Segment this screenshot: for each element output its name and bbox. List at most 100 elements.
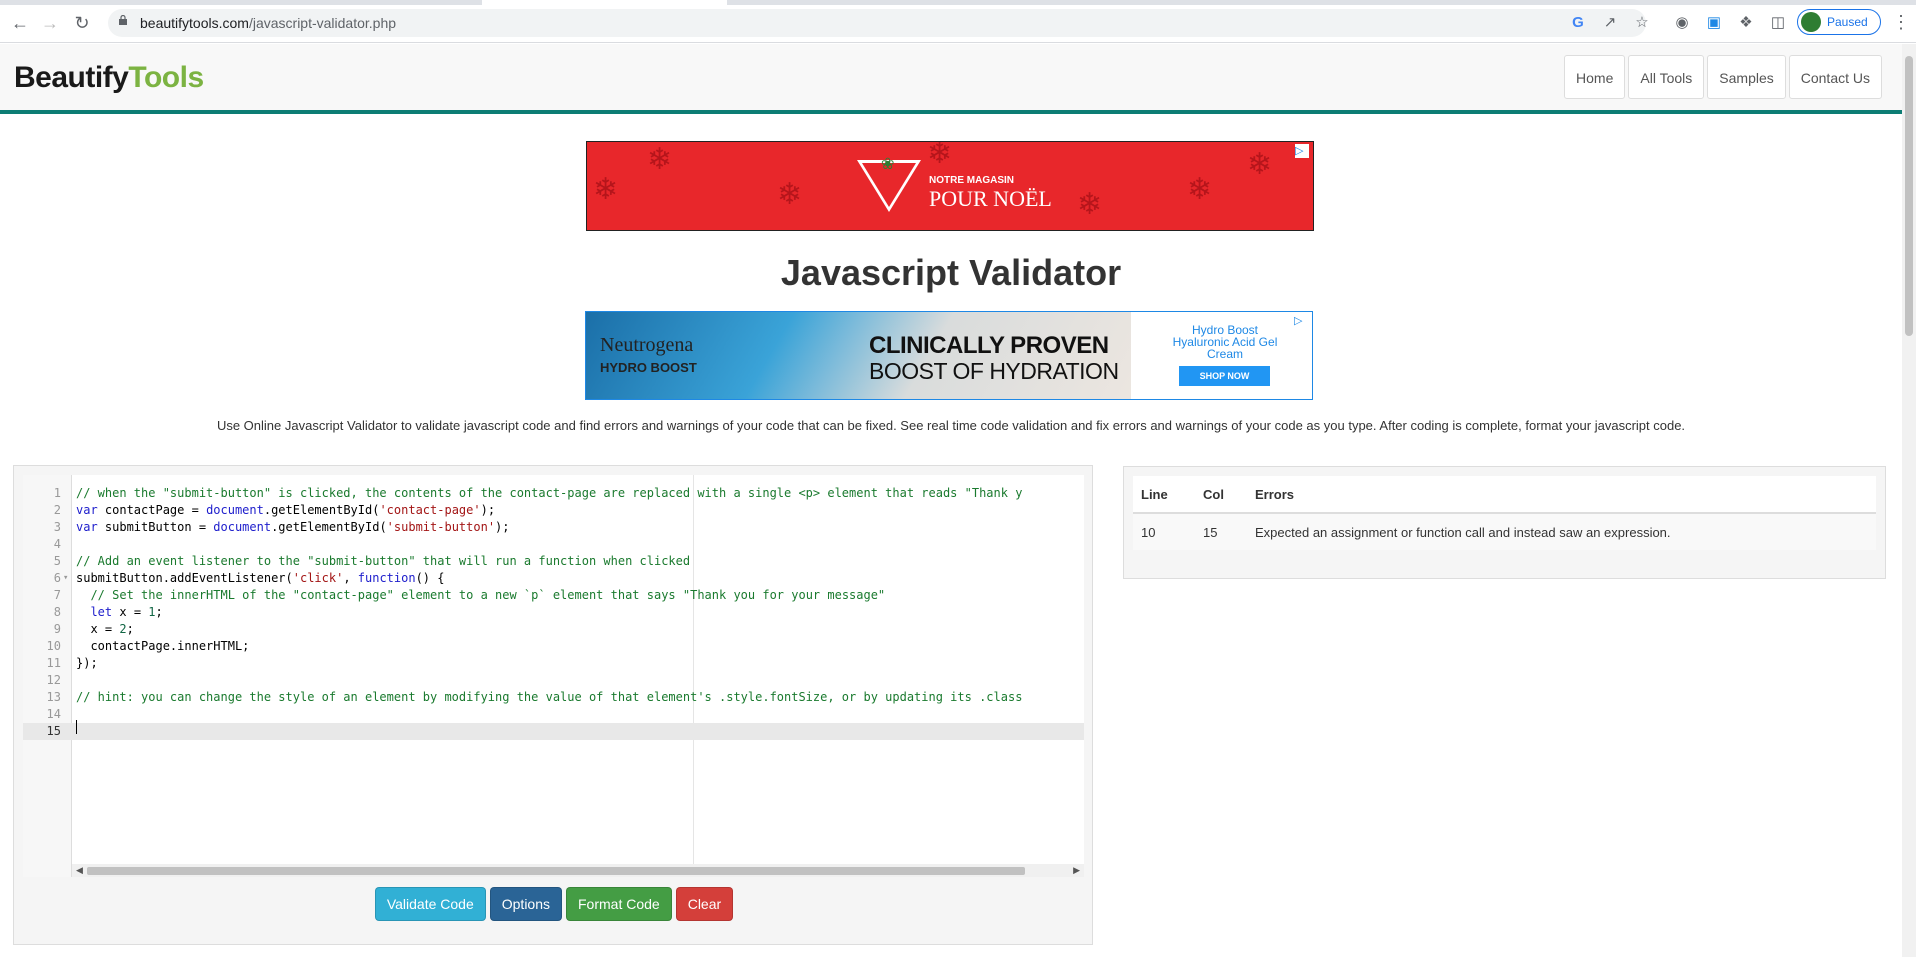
snowflake-icon: ❄ xyxy=(593,173,619,206)
line-number: 6 xyxy=(53,571,61,585)
share-icon[interactable]: ↗ xyxy=(1600,12,1620,32)
line-number: 12 xyxy=(46,673,61,687)
options-button[interactable]: Options xyxy=(489,887,562,921)
code-text: x = 2; xyxy=(76,622,134,636)
lock-icon[interactable] xyxy=(118,15,128,25)
code-line[interactable]: 4 xyxy=(23,536,1084,553)
ad2-side-text: Hydro Boost Hyaluronic Acid Gel Cream xyxy=(1172,323,1278,361)
editor-horizontal-scrollbar[interactable]: ◀ ▶ xyxy=(72,864,1084,877)
active-tab[interactable] xyxy=(482,0,727,5)
line-number: 8 xyxy=(53,605,61,619)
menu-icon[interactable]: ⋮ xyxy=(1892,12,1910,33)
nav-contact-us[interactable]: Contact Us xyxy=(1788,55,1882,99)
code-lines[interactable]: 1 // when the "submit-button" is clicked,… xyxy=(23,485,1084,740)
table-row[interactable]: 10 15 Expected an assignment or function… xyxy=(1133,513,1876,550)
ad1-big-text: POUR NOËL xyxy=(929,186,1052,211)
header-col: Col xyxy=(1195,476,1247,514)
scroll-right-icon[interactable]: ▶ xyxy=(1073,864,1080,877)
fold-arrow-icon[interactable]: ▾ xyxy=(63,570,68,587)
browser-toolbar: ← → ↻ beautifytools.com/javascript-valid… xyxy=(0,0,1916,43)
star-icon[interactable]: ☆ xyxy=(1632,12,1652,32)
error-message: Expected an assignment or function call … xyxy=(1247,513,1876,550)
nav-all-tools[interactable]: All Tools xyxy=(1628,55,1705,99)
code-text: // Add an event listener to the "submit-… xyxy=(76,554,691,568)
action-buttons: Validate Code Options Format Code Clear xyxy=(14,887,1094,921)
format-code-button[interactable]: Format Code xyxy=(566,887,672,921)
code-line[interactable]: 13 // hint: you can change the style of a… xyxy=(23,689,1084,706)
scroll-left-icon[interactable]: ◀ xyxy=(76,864,83,877)
page-scrollbar[interactable] xyxy=(1902,44,1916,957)
logo-part1: Beautify xyxy=(14,61,129,94)
code-line[interactable]: 8 let x = 1; xyxy=(23,604,1084,621)
code-line[interactable]: 5 // Add an event listener to the "submit… xyxy=(23,553,1084,570)
reload-icon[interactable]: ↻ xyxy=(70,12,94,34)
snowflake-icon: ❄ xyxy=(1247,148,1273,181)
code-line[interactable]: 9 x = 2; xyxy=(23,621,1084,638)
ad2-subbrand: HYDRO BOOST xyxy=(600,360,697,375)
code-line[interactable]: 14 xyxy=(23,706,1084,723)
url-path: /javascript-validator.php xyxy=(248,15,397,31)
zoom-extension-icon[interactable]: ▣ xyxy=(1704,12,1724,32)
clear-button[interactable]: Clear xyxy=(675,887,734,921)
code-text: // hint: you can change the style of an … xyxy=(76,690,1023,704)
code-editor[interactable]: 1 // when the "submit-button" is clicked,… xyxy=(23,475,1084,877)
profile-button[interactable]: Paused xyxy=(1797,9,1881,35)
error-col: 15 xyxy=(1195,513,1247,550)
google-icon[interactable]: G xyxy=(1568,12,1588,32)
line-number: 3 xyxy=(53,520,61,534)
line-number: 13 xyxy=(46,690,61,704)
adchoices-icon[interactable]: ▷ xyxy=(1294,314,1308,328)
code-line[interactable]: 2 var contactPage = document.getElementBy… xyxy=(23,502,1084,519)
header-line: Line xyxy=(1133,476,1195,514)
ad2-headline-2: BOOST OF HYDRATION xyxy=(869,358,1119,384)
validate-code-button[interactable]: Validate Code xyxy=(374,887,486,921)
advertisement-banner-2[interactable]: Neutrogena HYDRO BOOST CLINICALLY PROVEN… xyxy=(585,311,1313,400)
ad2-brand: Neutrogena xyxy=(600,334,694,356)
code-text: var submitButton = document.getElementBy… xyxy=(76,520,510,534)
url-host: beautifytools.com xyxy=(140,15,249,31)
code-line[interactable]: 15 xyxy=(23,723,1084,740)
puzzle-icon[interactable]: ❖ xyxy=(1736,12,1756,32)
adchoices-icon[interactable]: ▷ xyxy=(1295,144,1309,158)
snowflake-icon: ❄ xyxy=(647,143,673,176)
page-title: Javascript Validator xyxy=(780,252,1122,293)
code-text: let x = 1; xyxy=(90,605,163,619)
avatar xyxy=(1801,12,1821,32)
page-description: Use Online Javascript Validator to valid… xyxy=(216,418,1686,433)
code-line[interactable]: 1 // when the "submit-button" is clicked,… xyxy=(23,485,1084,502)
line-number: 14 xyxy=(46,707,61,721)
nav-samples[interactable]: Samples xyxy=(1707,55,1786,99)
line-number: 4 xyxy=(53,537,61,551)
snowflake-icon: ❄ xyxy=(777,178,803,211)
code-line[interactable]: 3 var submitButton = document.getElementB… xyxy=(23,519,1084,536)
sidepanel-icon[interactable]: ◫ xyxy=(1768,12,1788,32)
line-number: 11 xyxy=(46,656,61,670)
code-line[interactable]: 6 ▾ submitButton.addEventListener('click',… xyxy=(23,570,1084,587)
code-line[interactable]: 10 contactPage.innerHTML; xyxy=(23,638,1084,655)
code-text: var contactPage = document.getElementByI… xyxy=(76,503,496,517)
code-line[interactable]: 11}); xyxy=(23,655,1084,672)
line-number: 10 xyxy=(46,639,61,653)
url-text[interactable]: beautifytools.com/javascript-validator.p… xyxy=(140,15,396,31)
errors-header-row: Line Col Errors xyxy=(1133,476,1876,514)
text-cursor xyxy=(76,720,77,734)
profile-status: Paused xyxy=(1827,15,1868,29)
line-number: 9 xyxy=(53,622,61,636)
advertisement-banner-1[interactable]: ❄ ❄ ❄ ❄ ❄ ❄ ❄ ❀ NOTRE MAGASIN POUR NOËL … xyxy=(586,141,1314,231)
nav-home[interactable]: Home xyxy=(1564,55,1626,99)
ad2-shop-now-button[interactable]: SHOP NOW xyxy=(1179,366,1270,386)
scrollbar-thumb[interactable] xyxy=(1905,56,1913,336)
back-icon[interactable]: ← xyxy=(8,12,32,34)
editor-panel: 1 // when the "submit-button" is clicked,… xyxy=(13,465,1093,945)
header-errors: Errors xyxy=(1247,476,1876,514)
camera-icon[interactable]: ◉ xyxy=(1672,12,1692,32)
code-line[interactable]: 12 xyxy=(23,672,1084,689)
editor-scrollbar-thumb[interactable] xyxy=(87,867,1025,875)
site-logo[interactable]: BeautifyTools xyxy=(14,61,204,95)
site-header: BeautifyTools Home All Tools Samples Con… xyxy=(0,44,1902,114)
code-text: // when the "submit-button" is clicked, … xyxy=(76,486,1023,500)
code-text: }); xyxy=(76,656,98,670)
code-line[interactable]: 7 // Set the innerHTML of the "contact-p… xyxy=(23,587,1084,604)
tab-strip xyxy=(0,0,1916,5)
forward-icon[interactable]: → xyxy=(38,12,62,34)
